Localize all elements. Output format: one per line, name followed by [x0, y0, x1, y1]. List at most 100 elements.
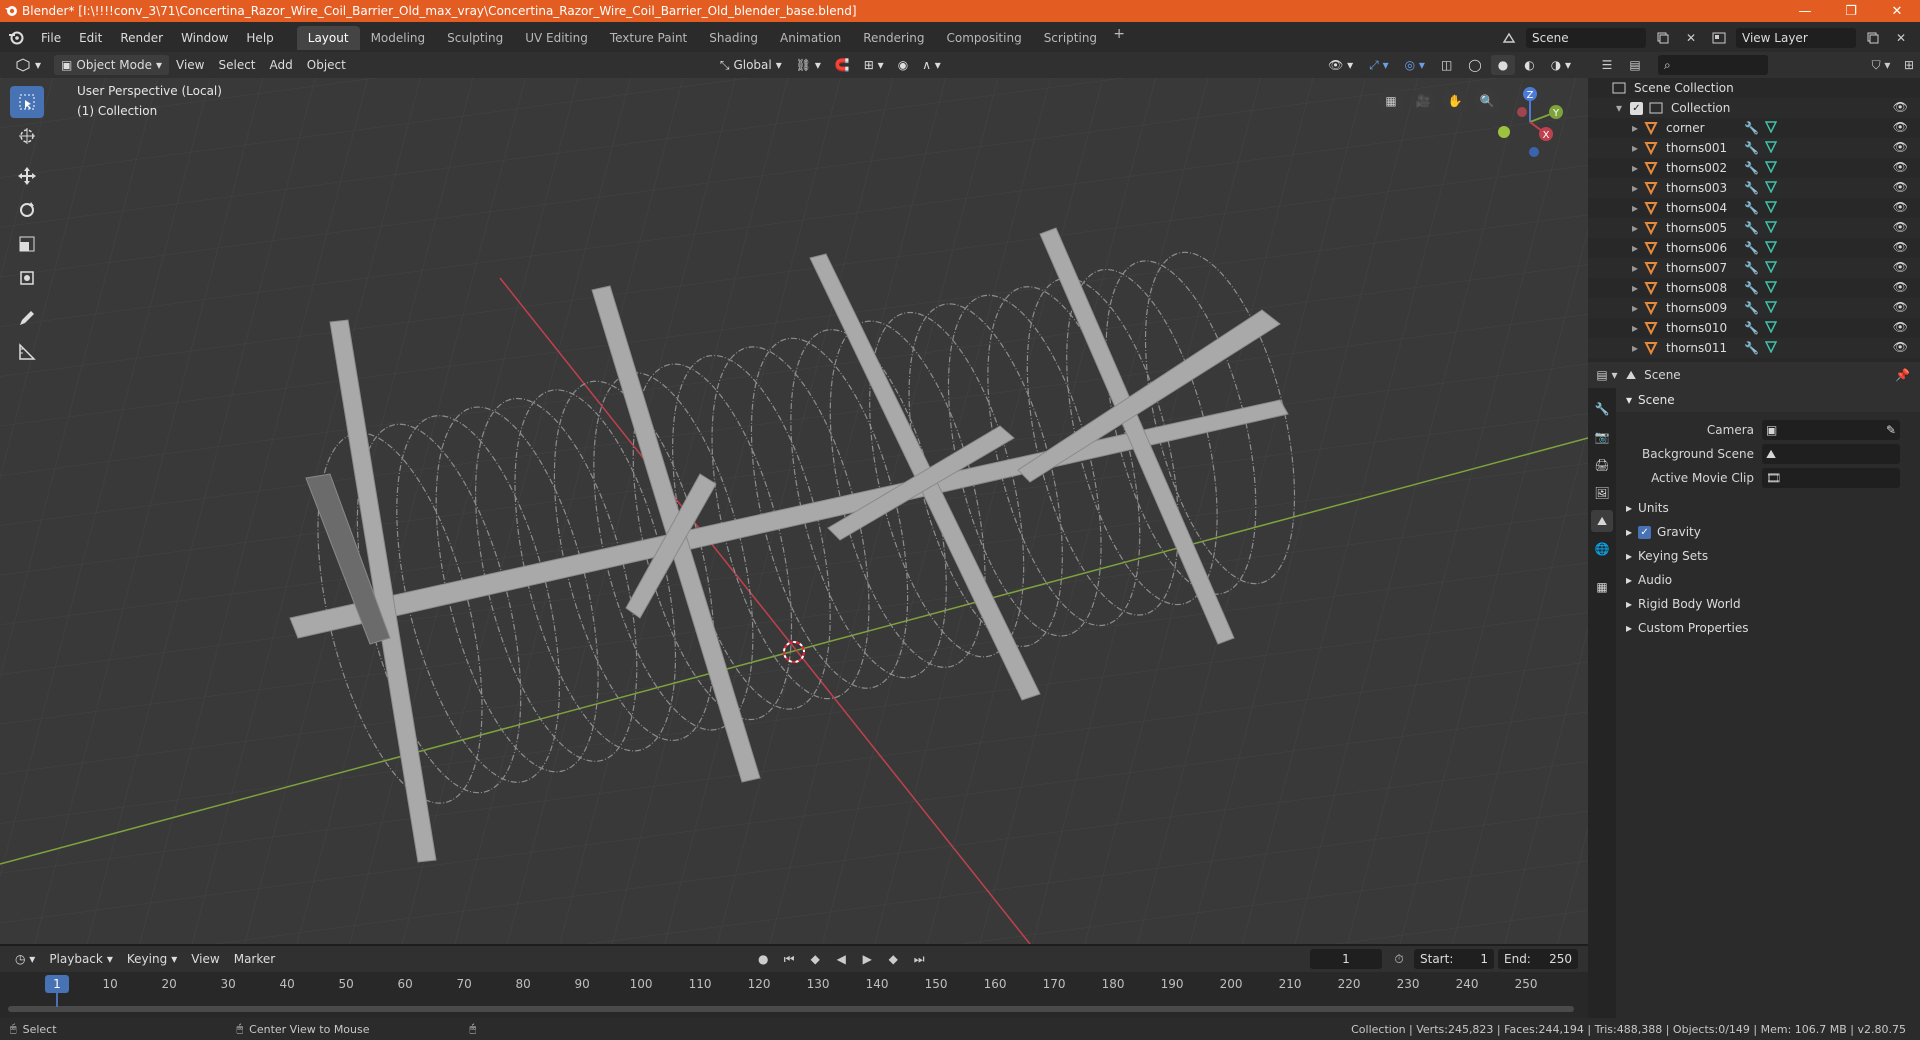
keying-sets-panel[interactable]: ▸ Keying Sets [1616, 544, 1920, 568]
outliner-object-row[interactable]: ▸ thorns005 🔧 👁 [1588, 218, 1920, 238]
mesh-data-icon[interactable] [1764, 220, 1778, 236]
modifier-wrench-icon[interactable]: 🔧 [1744, 341, 1759, 355]
outliner-object-row[interactable]: ▸ thorns007 🔧 👁 [1588, 258, 1920, 278]
outliner-object-row[interactable]: ▸ thorns008 🔧 👁 [1588, 278, 1920, 298]
filter-icon[interactable]: ⛉ ▾ [1870, 55, 1892, 75]
current-frame-indicator[interactable]: 1 [45, 975, 69, 993]
falloff-icon[interactable]: ∧ ▾ [915, 55, 948, 75]
blender-menu-icon[interactable] [0, 30, 32, 46]
add-workspace-icon[interactable]: + [1108, 26, 1130, 50]
viewport-menu-select[interactable]: Select [211, 55, 262, 75]
mesh-data-icon[interactable] [1764, 320, 1778, 336]
overlay-toggle-icon[interactable]: ◎ ▾ [1398, 55, 1432, 75]
expand-arrow-icon[interactable]: ▸ [1632, 261, 1644, 275]
eye-icon[interactable]: 👁 [1893, 340, 1908, 354]
object-mode-dropdown[interactable]: ▣ Object Mode ▾ [54, 55, 169, 75]
outliner-editor-type-icon[interactable]: ☰ [1596, 55, 1618, 75]
gravity-checkbox[interactable]: ✓ [1638, 525, 1652, 539]
eyedropper-icon[interactable]: ✎ [1886, 423, 1900, 437]
play-reverse-icon[interactable]: ◀ [830, 949, 852, 969]
jump-start-icon[interactable]: ⏮ [778, 949, 800, 969]
visibility-icon[interactable]: 👁 ▾ [1321, 55, 1360, 75]
rendered-shading-icon[interactable]: ◑ ▾ [1544, 55, 1578, 75]
new-view-layer-icon[interactable] [1862, 28, 1884, 48]
scene-selector-icon[interactable] [1498, 28, 1520, 48]
expand-arrow-icon[interactable]: ▾ [1616, 101, 1630, 115]
menu-render[interactable]: Render [111, 27, 172, 49]
delete-scene-icon[interactable]: ✕ [1680, 28, 1702, 48]
expand-arrow-icon[interactable]: ▸ [1632, 241, 1644, 255]
minimize-button[interactable]: — [1782, 0, 1828, 22]
expand-arrow-icon[interactable]: ▸ [1632, 161, 1644, 175]
outliner-object-row[interactable]: ▸ thorns001 🔧 👁 [1588, 138, 1920, 158]
snap-icon[interactable]: 🧲 [828, 55, 857, 75]
scene-panel-header[interactable]: ▾ Scene [1616, 388, 1920, 412]
outliner-object-row[interactable]: ▸ corner 🔧 👁 [1588, 118, 1920, 138]
record-icon[interactable]: ● [752, 949, 774, 969]
stopwatch-icon[interactable]: ⏱ [1388, 949, 1410, 969]
current-frame-field[interactable]: 1 [1310, 949, 1382, 969]
tab-modeling[interactable]: Modeling [360, 26, 437, 50]
transform-orientation-dropdown[interactable]: ⤡ Global ▾ [713, 55, 789, 75]
keying-menu[interactable]: Keying ▾ [120, 949, 184, 969]
expand-arrow-icon[interactable]: ▸ [1632, 181, 1644, 195]
snap-target-icon[interactable]: ⊞ ▾ [857, 55, 891, 75]
menu-file[interactable]: File [32, 27, 70, 49]
eye-icon[interactable]: 👁 [1893, 160, 1908, 174]
scene-name-field[interactable]: Scene [1526, 28, 1646, 48]
next-keyframe-icon[interactable]: ◆ [882, 949, 904, 969]
view-layer-icon[interactable] [1708, 28, 1730, 48]
expand-arrow-icon[interactable]: ▸ [1632, 321, 1644, 335]
mesh-data-icon[interactable] [1764, 300, 1778, 316]
viewport-menu-view[interactable]: View [169, 55, 211, 75]
start-frame-field[interactable]: Start: 1 [1414, 949, 1494, 969]
modifier-wrench-icon[interactable]: 🔧 [1744, 281, 1759, 295]
outliner-object-row[interactable]: ▸ thorns011 🔧 👁 [1588, 338, 1920, 358]
eye-icon[interactable]: 👁 [1893, 280, 1908, 294]
units-panel[interactable]: ▸ Units [1616, 496, 1920, 520]
playback-menu[interactable]: Playback ▾ [42, 949, 120, 969]
properties-editor-type-icon[interactable]: ▤ ▾ [1596, 365, 1618, 385]
outliner-object-row[interactable]: ▸ thorns009 🔧 👁 [1588, 298, 1920, 318]
view-layer-tab-icon[interactable]: 🖼 [1591, 482, 1613, 504]
mesh-data-icon[interactable] [1764, 120, 1778, 136]
marker-menu[interactable]: Marker [227, 949, 282, 969]
expand-arrow-icon[interactable]: ▸ [1632, 281, 1644, 295]
custom-properties-panel[interactable]: ▸ Custom Properties [1616, 616, 1920, 640]
solid-shading-icon[interactable]: ● [1490, 55, 1516, 75]
annotate-tool[interactable] [10, 302, 44, 334]
outliner-search-input[interactable]: ⌕ [1658, 55, 1768, 75]
timeline-area[interactable]: 1 10 20 30 40 50 60 70 80 90 100 110 120 130 140 150 160… [0, 972, 1588, 1018]
eye-icon[interactable]: 👁 [1893, 260, 1908, 274]
mesh-data-icon[interactable] [1764, 240, 1778, 256]
wireframe-shading-icon[interactable]: ◯ [1461, 55, 1488, 75]
menu-edit[interactable]: Edit [70, 27, 111, 49]
outliner-object-row[interactable]: ▸ thorns006 🔧 👁 [1588, 238, 1920, 258]
close-button[interactable]: ✕ [1874, 0, 1920, 22]
prev-keyframe-icon[interactable]: ◆ [804, 949, 826, 969]
expand-arrow-icon[interactable]: ▸ [1632, 141, 1644, 155]
mesh-data-icon[interactable] [1764, 260, 1778, 276]
modifier-wrench-icon[interactable]: 🔧 [1744, 121, 1759, 135]
pivot-point-icon[interactable]: ⛓ ▾ [789, 55, 828, 75]
expand-arrow-icon[interactable]: ▸ [1632, 121, 1644, 135]
delete-view-layer-icon[interactable]: ✕ [1890, 28, 1912, 48]
outliner-object-row[interactable]: ▸ thorns003 🔧 👁 [1588, 178, 1920, 198]
output-tab-icon[interactable]: 🖨 [1591, 454, 1613, 476]
timeline-view-menu[interactable]: View [184, 949, 226, 969]
modifier-wrench-icon[interactable]: 🔧 [1744, 321, 1759, 335]
navigation-gizmo[interactable]: Z Y X [1490, 82, 1570, 162]
mesh-data-icon[interactable] [1764, 160, 1778, 176]
eye-icon[interactable]: 👁 [1893, 320, 1908, 334]
mesh-data-icon[interactable] [1764, 200, 1778, 216]
world-tab-icon[interactable]: 🌐 [1591, 538, 1613, 560]
proportional-edit-icon[interactable]: ◉ [891, 55, 915, 75]
tab-uv-editing[interactable]: UV Editing [514, 26, 599, 50]
modifier-wrench-icon[interactable]: 🔧 [1744, 181, 1759, 195]
mesh-data-icon[interactable] [1764, 180, 1778, 196]
modifier-wrench-icon[interactable]: 🔧 [1744, 241, 1759, 255]
new-scene-icon[interactable] [1652, 28, 1674, 48]
eye-icon[interactable]: 👁 [1893, 220, 1908, 234]
display-mode-icon[interactable]: ▤ [1624, 55, 1646, 75]
scene-tab-icon[interactable]: ⛰ [1591, 510, 1613, 532]
